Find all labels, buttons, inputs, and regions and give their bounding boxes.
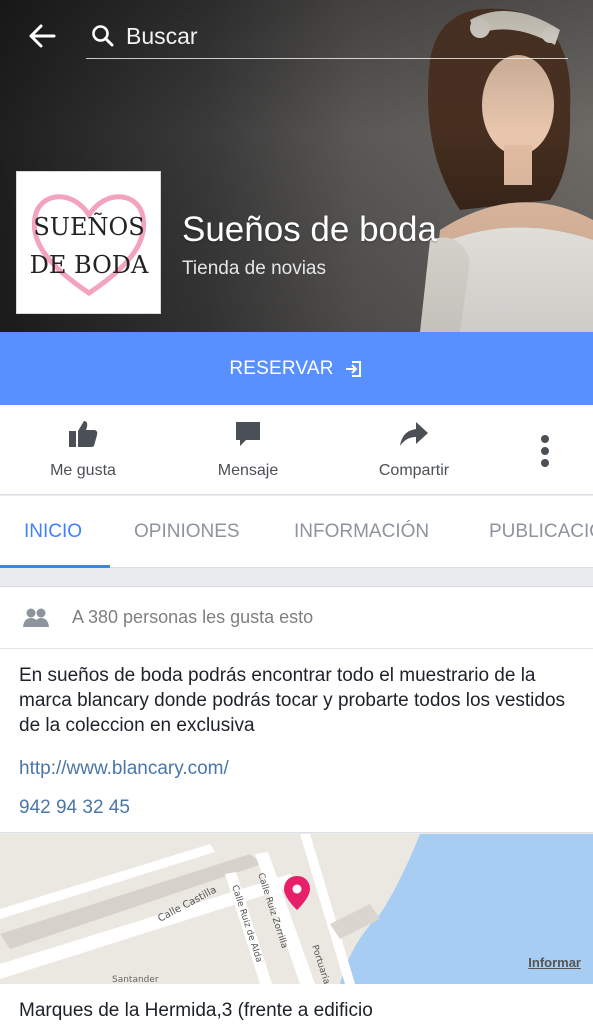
logo-image: SUEÑOS DE BODA bbox=[29, 193, 149, 296]
likes-summary[interactable]: A 380 personas les gusta esto bbox=[0, 587, 593, 649]
tab-publicaciones[interactable]: PUBLICACIONES bbox=[489, 496, 593, 567]
website-link[interactable]: http://www.blancary.com/ bbox=[19, 758, 229, 780]
page-title: Sueños de boda bbox=[182, 210, 437, 249]
search-icon bbox=[92, 25, 114, 47]
page-description: En sueños de boda podrás encontrar todo … bbox=[19, 665, 566, 736]
share-label: Compartir bbox=[378, 462, 450, 479]
action-bar: Me gusta Mensaje Compartir bbox=[0, 405, 593, 495]
tab-opiniones[interactable]: OPINIONES bbox=[134, 496, 240, 567]
enter-icon bbox=[345, 360, 361, 377]
logo-text-1: SUEÑOS bbox=[33, 211, 144, 241]
back-arrow-icon bbox=[29, 24, 56, 48]
share-icon bbox=[400, 422, 428, 446]
address-row[interactable]: Marques de la Hermida,3 (frente a edific… bbox=[0, 984, 593, 1024]
search-placeholder: Buscar bbox=[126, 22, 198, 49]
address-text: Marques de la Hermida,3 (frente a edific… bbox=[19, 1000, 373, 1021]
message-label: Mensaje bbox=[217, 462, 279, 479]
reserve-button[interactable]: RESERVAR bbox=[0, 332, 593, 405]
logo-text-2: DE BODA bbox=[29, 251, 148, 279]
share-button[interactable]: Compartir bbox=[354, 417, 474, 480]
message-button[interactable]: Mensaje bbox=[188, 417, 308, 480]
page-logo[interactable]: SUEÑOS DE BODA bbox=[16, 171, 161, 314]
about-card: A 380 personas les gusta esto En sueños … bbox=[0, 586, 593, 833]
phone-link[interactable]: 942 94 32 45 bbox=[19, 797, 130, 819]
active-tab-indicator bbox=[0, 565, 110, 568]
tab-inicio[interactable]: INICIO bbox=[24, 496, 82, 567]
search-input[interactable]: Buscar bbox=[86, 14, 568, 59]
more-vertical-icon bbox=[541, 435, 549, 467]
map-image: Calle Castilla Calle Ruiz Zorrilla Calle… bbox=[0, 834, 593, 984]
map-city-label: Santander bbox=[112, 975, 159, 984]
people-icon bbox=[23, 608, 49, 627]
report-link[interactable]: Informar bbox=[528, 955, 581, 970]
location-map[interactable]: Calle Castilla Calle Ruiz Zorrilla Calle… bbox=[0, 834, 593, 984]
likes-count-text: A 380 personas les gusta esto bbox=[72, 607, 314, 627]
message-icon bbox=[236, 422, 260, 446]
tab-bar: INICIO OPINIONES INFORMACIÓN PUBLICACION… bbox=[0, 496, 593, 568]
like-label: Me gusta bbox=[50, 462, 116, 479]
reserve-label: RESERVAR bbox=[229, 357, 334, 379]
like-button[interactable]: Me gusta bbox=[23, 417, 143, 480]
thumbs-up-icon bbox=[69, 421, 98, 447]
page-category: Tienda de novias bbox=[182, 258, 327, 279]
more-options-button[interactable] bbox=[525, 431, 565, 471]
back-button[interactable] bbox=[22, 20, 62, 52]
tab-informacion[interactable]: INFORMACIÓN bbox=[294, 496, 429, 567]
